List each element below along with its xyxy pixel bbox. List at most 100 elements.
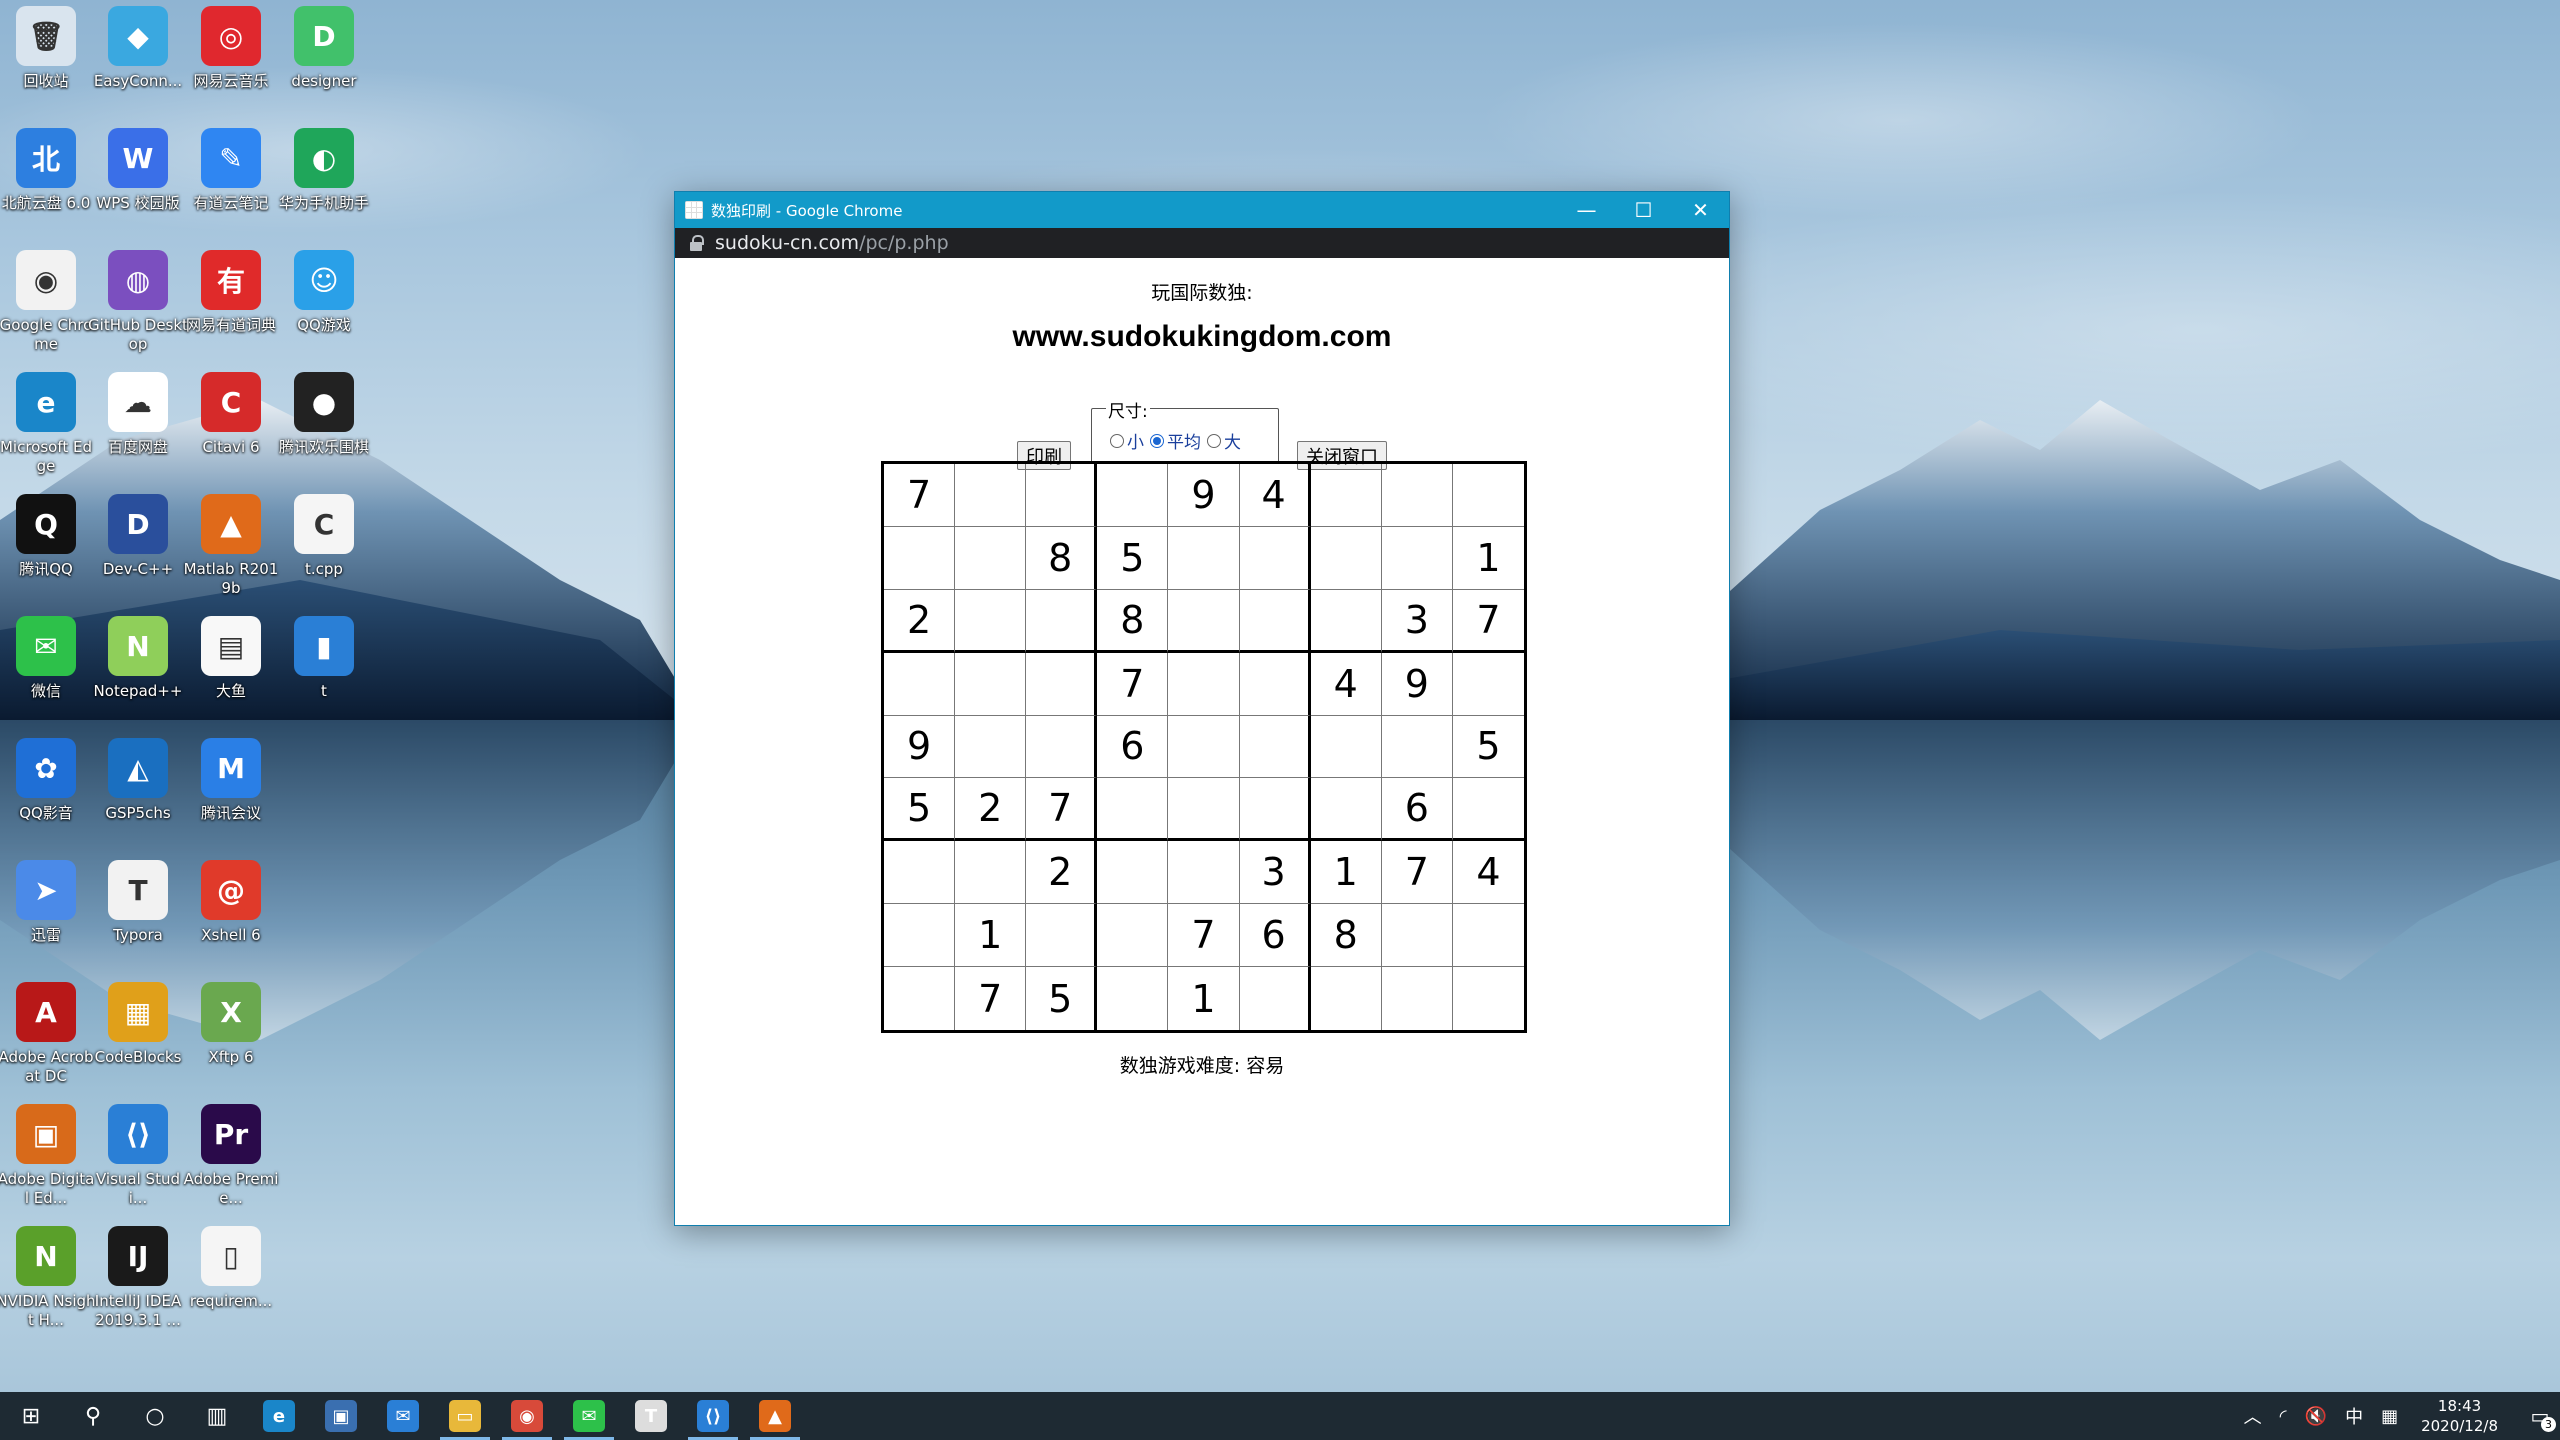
desktop-shortcut[interactable]: ◭ GSP5chs (92, 732, 184, 850)
desktop-shortcut[interactable]: ◐ 华为手机助手 (278, 122, 370, 240)
file-explorer-button[interactable]: ▭ (434, 1392, 496, 1440)
app-icon: Q (16, 494, 76, 554)
app-icon: ▣ (16, 1104, 76, 1164)
site-link[interactable]: www.sudokukingdom.com (675, 320, 1729, 354)
desktop-shortcut[interactable]: ✿ QQ影音 (0, 732, 92, 850)
maximize-button[interactable]: ☐ (1615, 192, 1672, 228)
desktop-shortcut[interactable]: ● 腾讯欢乐围棋 (278, 366, 370, 484)
app-icon: ✿ (16, 738, 76, 798)
size-radio[interactable] (1207, 433, 1221, 448)
desktop-shortcut[interactable]: ◎ 网易云音乐 (185, 0, 277, 118)
sudoku-cell: 6 (1381, 778, 1453, 842)
desktop-shortcut[interactable]: Q 腾讯QQ (0, 488, 92, 606)
show-hidden-icons-chevron-icon[interactable]: ︿ (2244, 1403, 2262, 1429)
task-view-button[interactable]: ▥ (186, 1392, 248, 1440)
desktop-shortcut[interactable]: X Xftp 6 (185, 976, 277, 1094)
desktop-shortcut[interactable]: ◍ GitHub Desktop (88, 244, 188, 362)
desktop-shortcut-label: IntelliJ IDEA 2019.3.1 ... (94, 1292, 182, 1329)
minimize-button[interactable]: — (1558, 192, 1615, 228)
cortana-button[interactable]: ○ (124, 1392, 186, 1440)
volume-muted-icon[interactable]: 🔇 (2305, 1406, 2327, 1427)
sudoku-cell: 5 (1026, 967, 1098, 1030)
size-radio[interactable] (1110, 433, 1124, 448)
sudoku-cell: 4 (1452, 841, 1524, 905)
desktop-shortcut[interactable]: C Citavi 6 (185, 366, 277, 484)
desktop-shortcut[interactable]: ▯ requirem... (185, 1220, 277, 1338)
sudoku-cell (955, 526, 1027, 590)
desktop-shortcut[interactable]: ▮ t (278, 610, 370, 728)
desktop-shortcut[interactable]: ▦ CodeBlocks (92, 976, 184, 1094)
desktop-shortcut-label: Typora (113, 926, 163, 944)
desktop-shortcut-label: 腾讯会议 (200, 804, 261, 822)
size-option[interactable]: 平均 (1150, 428, 1201, 453)
size-option[interactable]: 小 (1110, 428, 1144, 453)
app-icon: T (108, 860, 168, 920)
edge-button[interactable]: e (248, 1392, 310, 1440)
desktop-shortcut[interactable]: ⟨⟩ Visual Studi... (92, 1098, 184, 1216)
desktop-shortcut[interactable]: N NVIDIA Nsight H... (0, 1220, 96, 1338)
desktop-shortcut[interactable]: T Typora (92, 854, 184, 972)
size-radio[interactable] (1150, 433, 1164, 448)
desktop-shortcut[interactable]: N Notepad++ (92, 610, 184, 728)
close-button[interactable]: ✕ (1672, 192, 1729, 228)
app-icon: ⟨⟩ (108, 1104, 168, 1164)
app-icon: IJ (108, 1226, 168, 1286)
system-tray: ︿ ◜ 🔇 中 ▦ 18:43 2020/12/8 ▭ 3 (2235, 1392, 2560, 1440)
sudoku-cell (884, 904, 956, 968)
typora-button[interactable]: T (620, 1392, 682, 1440)
chrome-button[interactable]: ◉ (496, 1392, 558, 1440)
ime-language-indicator[interactable]: 中 (2345, 1403, 2363, 1429)
matlab-button[interactable]: ▲ (744, 1392, 806, 1440)
sudoku-cell (884, 526, 956, 590)
desktop-shortcut[interactable]: A Adobe Acrobat DC (0, 976, 94, 1094)
desktop-shortcut[interactable]: ➤ 迅雷 (0, 854, 92, 972)
desktop-shortcut[interactable]: ▲ Matlab R2019b (184, 488, 278, 606)
wechat-button[interactable]: ✉ (558, 1392, 620, 1440)
desktop-shortcut[interactable]: Ct.cpp (278, 488, 370, 606)
desktop-shortcut[interactable]: e Microsoft Edge (0, 366, 92, 484)
network-icon[interactable]: ◜ (2280, 1406, 2287, 1427)
window-titlebar[interactable]: 数独印刷 - Google Chrome — ☐ ✕ (675, 192, 1729, 228)
sudoku-cell (1097, 904, 1169, 968)
action-center-button[interactable]: ▭ 3 (2520, 1392, 2560, 1440)
desktop-shortcut[interactable]: ✎ 有道云笔记 (185, 122, 277, 240)
desktop-shortcut[interactable]: W WPS 校园版 (92, 122, 184, 240)
desktop-shortcut[interactable]: Pr Adobe Premie... (184, 1098, 278, 1216)
desktop-shortcut[interactable]: M 腾讯会议 (185, 732, 277, 850)
desktop-shortcut[interactable]: ◉ Google Chrome (0, 244, 92, 362)
desktop-shortcut-label: EasyConn... (93, 72, 183, 90)
mail-button[interactable]: ✉ (372, 1392, 434, 1440)
clock[interactable]: 18:43 2020/12/8 (2421, 1396, 2498, 1436)
vscode-button[interactable]: ⟨⟩ (682, 1392, 744, 1440)
desktop-shortcut-label: t (321, 682, 327, 700)
store-button[interactable]: ▣ (310, 1392, 372, 1440)
size-option[interactable]: 大 (1207, 428, 1241, 453)
desktop-shortcut[interactable]: ✉ 微信 (0, 610, 92, 728)
app-icon: ▮ (294, 616, 354, 676)
sudoku-cell (1239, 778, 1311, 842)
lock-icon[interactable] (689, 235, 704, 251)
desktop-shortcut[interactable]: ☁ 百度网盘 (92, 366, 184, 484)
address-bar[interactable]: sudoku-cn.com/pc/p.php (675, 228, 1729, 258)
desktop-shortcut[interactable]: ▤ 大鱼 (185, 610, 277, 728)
sudoku-cell: 9 (1381, 652, 1453, 716)
desktop-shortcut-label: 腾讯欢乐围棋 (278, 438, 369, 456)
desktop-shortcut-label: 有道云笔记 (193, 194, 269, 212)
desktop-shortcut[interactable]: D Dev-C++ (92, 488, 184, 606)
desktop-shortcut[interactable]: Ddesigner (278, 0, 370, 118)
desktop-shortcut[interactable]: ☺ QQ游戏 (278, 244, 370, 362)
desktop-shortcut[interactable]: 🗑 回收站 (0, 0, 92, 118)
desktop-shortcut[interactable]: ▣ Adobe Digital Ed... (0, 1098, 94, 1216)
desktop-shortcut[interactable]: @ Xshell 6 (185, 854, 277, 972)
windows-start-icon: ⊞ (21, 1403, 41, 1429)
desktop-shortcut[interactable]: 北北航云盘 6.0 (0, 122, 92, 240)
ime-mode-icon[interactable]: ▦ (2381, 1406, 2398, 1427)
desktop-shortcut[interactable]: 有网易有道词典 (185, 244, 277, 362)
app-icon: ◆ (108, 6, 168, 66)
windows-start-button[interactable]: ⊞ (0, 1392, 62, 1440)
vscode-icon: ⟨⟩ (697, 1400, 729, 1432)
desktop-shortcut[interactable]: ◆ EasyConn... (92, 0, 184, 118)
search-button[interactable]: ⚲ (62, 1392, 124, 1440)
desktop-shortcut[interactable]: IJ IntelliJ IDEA 2019.3.1 ... (92, 1220, 184, 1338)
sudoku-cell (1239, 652, 1311, 716)
